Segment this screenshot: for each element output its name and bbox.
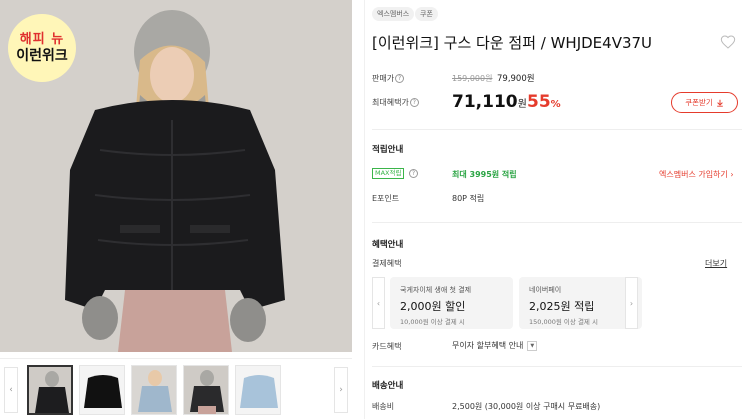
won-unit: 원 [517,99,527,110]
benefit-card-line1: 국게자이체 생애 첫 결제 [400,286,472,294]
shipping-fee-label: 배송비 [372,402,395,411]
thumb-next-button[interactable]: › [334,367,348,413]
benefits-section-title: 혜택안내 [372,240,404,250]
card-benefits-dropdown-label: 무이자 할부혜택 안내 [452,341,524,350]
info-icon[interactable]: ? [409,169,418,178]
original-price: 159,000원 [452,74,493,83]
percent-sign: % [550,99,561,110]
coupon-button-label: 쿠폰받기 [685,98,713,107]
max-benefit-price-value: 71,110 [452,92,518,112]
epoint-label: E포인트 [372,194,400,203]
heart-icon[interactable] [720,34,736,50]
section-divider [372,366,742,367]
benefit-card-line1: 네이버페이 [529,286,562,294]
benefit-card-line2: 2,025원 적립 [529,300,595,313]
sale-price-label-text: 판매가 [372,74,395,83]
sale-price-label: 판매가? [372,73,405,84]
thumb-prev-button[interactable]: ‹ [4,367,18,413]
max-benefit-label-text: 최대혜택가 [372,98,409,107]
coupon-download-button[interactable]: 쿠폰받기 [671,92,738,113]
thumbnail-1[interactable] [27,365,73,415]
thumbnail-3[interactable] [131,365,177,415]
main-product-image: 해피 뉴 이런위크 [0,0,352,352]
max-points-badge: MAX적립 [372,168,405,179]
section-divider [372,129,742,130]
thumbnail-2[interactable] [79,365,125,415]
sale-price: 79,900원 [497,74,535,84]
download-icon [716,99,723,107]
tag-coupon: 쿠폰 [415,7,438,21]
max-points-text: 최대 3995원 적립 [452,170,517,179]
points-section-title: 적립안내 [372,145,404,155]
shipping-fee-value: 2,500원 (30,000원 이상 구매시 무료배송) [452,402,601,411]
panel-divider [364,0,365,419]
join-xmembers-link[interactable]: 엑스멤버스 가입하기 › [659,169,734,180]
discount-value: 55 [527,92,551,112]
epoint-value: 80P 적립 [452,194,485,203]
payment-benefits-label: 결제혜택 [372,259,402,268]
benefit-card[interactable]: 국게자이체 생애 첫 결제 2,000원 할인 10,000원 이상 결제 시 [390,277,513,329]
max-benefit-label: 최대혜택가? [372,97,419,108]
join-link-text: 엑스멤버스 가입하기 [659,170,728,179]
section-divider [372,222,742,223]
promo-badge: 해피 뉴 이런위크 [8,14,76,82]
badge-line-2: 이런위크 [16,47,68,64]
more-benefits-link[interactable]: 더보기 [705,258,727,269]
thumbnail-4[interactable] [183,365,229,415]
discount-rate: 55% [527,92,561,112]
chevron-down-icon: ▼ [527,340,538,351]
shipping-section-title: 배송안내 [372,381,404,391]
card-benefits-dropdown[interactable]: 무이자 할부혜택 안내 ▼ [452,339,538,352]
max-benefit-price: 71,110원 [452,92,527,112]
tag-xmembers: 엑스멤버스 [372,7,415,21]
info-icon[interactable]: ? [409,98,419,107]
product-title: [이런위크] 구스 다운 점퍼 / WHJDE4V37U [372,34,653,52]
card-benefits-label: 카드혜택 [372,342,402,351]
benefit-card-line3: 150,000원 이상 결제 시 [529,318,598,326]
benefit-card-line2: 2,000원 할인 [400,300,466,313]
thumbnail-5[interactable] [235,365,281,415]
info-icon[interactable]: ? [395,74,405,83]
benefit-card[interactable]: 네이버페이 2,025원 적립 150,000원 이상 결제 시 [519,277,642,329]
benefit-card-line3: 10,000원 이상 결제 시 [400,318,465,326]
badge-line-1: 해피 뉴 [19,31,65,47]
benefit-prev-button[interactable]: ‹ [372,277,385,329]
thumbnail-strip: ‹ › [0,358,352,419]
benefit-next-button[interactable]: › [625,277,638,329]
